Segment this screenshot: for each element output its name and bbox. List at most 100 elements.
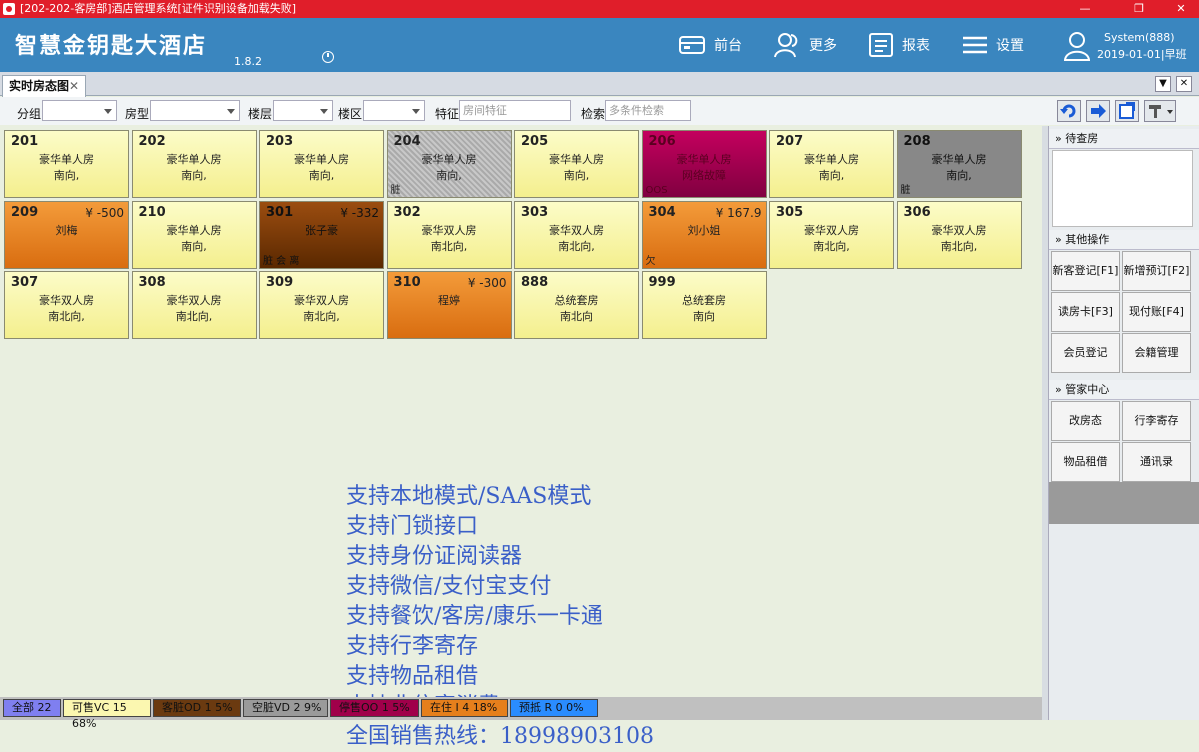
promo-line: 支持微信/支付宝支付 — [346, 574, 552, 599]
app-header: 智慧金钥匙大酒店 1.8.2 前台 更多 报表 设置 System(888) 2… — [0, 18, 1199, 72]
room-status-flags: 欠 — [645, 255, 656, 267]
nav-frontdesk-label: 前台 — [714, 38, 742, 54]
feature-input[interactable]: 房间特征 — [459, 100, 571, 121]
side-action-button[interactable]: 行李寄存 — [1122, 401, 1191, 441]
minimize-button[interactable]: — — [1062, 0, 1108, 18]
room-card[interactable]: 999 总统套房 南向 — [641, 271, 767, 339]
other-ops-header[interactable]: » 其他操作 — [1049, 230, 1199, 250]
room-number: 201 — [11, 134, 39, 149]
pending-inspection-list[interactable] — [1052, 150, 1193, 227]
room-card[interactable]: 307 豪华双人房 南北向, — [4, 271, 129, 339]
side-action-button[interactable]: 通讯录 — [1122, 442, 1191, 482]
promo-line: 支持门锁接口 — [346, 514, 479, 539]
status-legend-item[interactable]: 空脏VD 2 9% — [243, 699, 328, 717]
room-line1: 豪华单人房 — [421, 153, 477, 166]
room-line2: 南北向, — [940, 239, 978, 253]
room-card[interactable]: 310 ¥ -300 程婷 — [386, 271, 512, 339]
maximize-button[interactable]: ❐ — [1116, 0, 1162, 18]
room-line1: 豪华双人房 — [804, 223, 859, 237]
butler-center-header[interactable]: » 管家中心 — [1049, 380, 1199, 400]
room-line2: 南北向, — [303, 310, 340, 323]
version-label: 1.8.2 — [234, 55, 262, 68]
room-card[interactable]: 205 豪华单人房 南向, — [514, 130, 639, 198]
room-number: 203 — [266, 134, 294, 149]
floor-label: 楼层 — [248, 107, 273, 121]
status-legend-item[interactable]: 预抵 R 0 0% — [510, 699, 598, 717]
promo-line: 支持餐饮/客房/康乐一卡通 — [346, 604, 603, 629]
room-card[interactable]: 303 豪华双人房 南北向, — [514, 200, 639, 269]
side-action-button[interactable]: 会员登记 — [1051, 333, 1120, 373]
status-legend-bar: 全部 22 可售VC 15 68% 客脏OD 1 5% 空脏VD 2 9% 停售OO 1… — [0, 697, 1042, 730]
room-status-flags: 脏 — [390, 185, 401, 196]
refresh-button[interactable] — [1057, 100, 1081, 122]
room-number: 307 — [11, 275, 39, 290]
group-label: 分组 — [17, 107, 42, 121]
nav-report[interactable]: 报表 — [868, 30, 930, 60]
forward-button[interactable] — [1086, 100, 1110, 122]
close-window-button[interactable]: ✕ — [1158, 0, 1199, 18]
side-action-button[interactable]: 读房卡[F3] — [1051, 292, 1120, 332]
promo-line: 全国销售热线：18998903108 — [346, 724, 654, 749]
room-number: 310 — [393, 275, 421, 290]
room-card[interactable]: 204 豪华单人房 南向, 脏 — [386, 130, 512, 198]
room-number: 999 — [648, 275, 676, 290]
room-card[interactable]: 302 豪华双人房 南北向, — [386, 200, 512, 269]
status-legend-item[interactable]: 全部 22 — [3, 699, 61, 717]
side-action-button[interactable]: 物品租借 — [1051, 442, 1120, 482]
room-line2: 南北向 — [560, 310, 593, 323]
room-line2: 南北向, — [813, 239, 850, 253]
roomtype-select[interactable] — [150, 100, 240, 121]
room-card[interactable]: 206 豪华单人房 网络故障 OOS — [641, 130, 767, 198]
nav-more[interactable]: 更多 — [773, 30, 837, 60]
room-balance: ¥ -332 — [340, 205, 379, 220]
area-select[interactable] — [363, 100, 425, 121]
side-action-button[interactable]: 会籍管理 — [1122, 333, 1191, 373]
nav-settings[interactable]: 设置 — [962, 30, 1024, 60]
nav-settings-label: 设置 — [996, 38, 1024, 54]
side-action-button[interactable]: 新增预订[F2] — [1122, 251, 1191, 291]
room-card[interactable]: 308 豪华双人房 南北向, — [131, 271, 257, 339]
room-card[interactable]: 203 豪华单人房 南向, — [259, 130, 384, 198]
room-card[interactable]: 888 总统套房 南北向 — [514, 271, 639, 339]
frontdesk-icon — [679, 36, 705, 54]
room-line2: 南向, — [818, 169, 845, 182]
room-card[interactable]: 201 豪华单人房 南向, — [4, 130, 129, 198]
group-select[interactable] — [42, 100, 117, 121]
room-line1: 刘小姐 — [687, 223, 721, 237]
room-card[interactable]: 208 豪华单人房 南向, 脏 — [896, 130, 1022, 198]
hammer-icon — [1149, 105, 1173, 118]
room-card[interactable]: 209 ¥ -500 刘梅 — [4, 200, 129, 269]
tab-list-dropdown[interactable]: ▼ — [1155, 76, 1171, 92]
room-card[interactable]: 210 豪华单人房 南向, — [131, 200, 257, 269]
side-panel: » 待查房 » 其他操作 新客登记[F1] 新增预订[F2] 读房卡[F3] 现付账[… — [1048, 126, 1199, 720]
room-card[interactable]: 309 豪华双人房 南北向, — [259, 271, 384, 339]
room-line2: 南向, — [181, 169, 207, 182]
tab-room-status[interactable]: 实时房态图 ✕ — [2, 75, 86, 97]
status-legend-item[interactable]: 可售VC 15 68% — [63, 699, 151, 730]
status-legend-item[interactable]: 停售OO 1 5% — [330, 699, 419, 717]
room-line1: 豪华单人房 — [39, 153, 94, 166]
room-card[interactable]: 301 ¥ -332 张子豪脏 会 离 — [259, 200, 384, 269]
side-action-button[interactable]: 现付账[F4] — [1122, 292, 1191, 332]
status-legend-item[interactable]: 客脏OD 1 5% — [153, 699, 241, 717]
room-card[interactable]: 202 豪华单人房 南向, — [131, 130, 257, 198]
side-action-button[interactable]: 新客登记[F1] — [1051, 251, 1120, 291]
room-card[interactable]: 305 豪华双人房 南北向, — [769, 200, 894, 269]
floor-select[interactable] — [273, 100, 333, 121]
user-avatar-icon[interactable] — [1064, 30, 1090, 62]
room-card[interactable]: 306 豪华双人房 南北向, — [896, 200, 1022, 269]
filter-bar: 分组 房型 楼层 楼区 特征 房间特征 检索 多条件检索 — [0, 97, 1199, 125]
tools-dropdown[interactable] — [1144, 100, 1176, 122]
export-button[interactable] — [1115, 100, 1139, 122]
app-icon — [3, 3, 15, 15]
close-all-tabs-button[interactable]: ✕ — [1176, 76, 1192, 92]
butler-center-title: 管家中心 — [1065, 383, 1110, 396]
search-input[interactable]: 多条件检索 — [605, 100, 691, 121]
pending-inspection-header[interactable]: » 待查房 — [1049, 129, 1199, 149]
side-action-button[interactable]: 改房态 — [1051, 401, 1120, 441]
room-card[interactable]: 207 豪华单人房 南向, — [769, 130, 894, 198]
nav-frontdesk[interactable]: 前台 — [678, 30, 742, 60]
tab-close-icon[interactable]: ✕ — [69, 76, 79, 96]
room-card[interactable]: 304 ¥ 167.9 刘小姐欠 — [641, 200, 767, 269]
status-legend-item[interactable]: 在住 I 4 18% — [421, 699, 508, 717]
